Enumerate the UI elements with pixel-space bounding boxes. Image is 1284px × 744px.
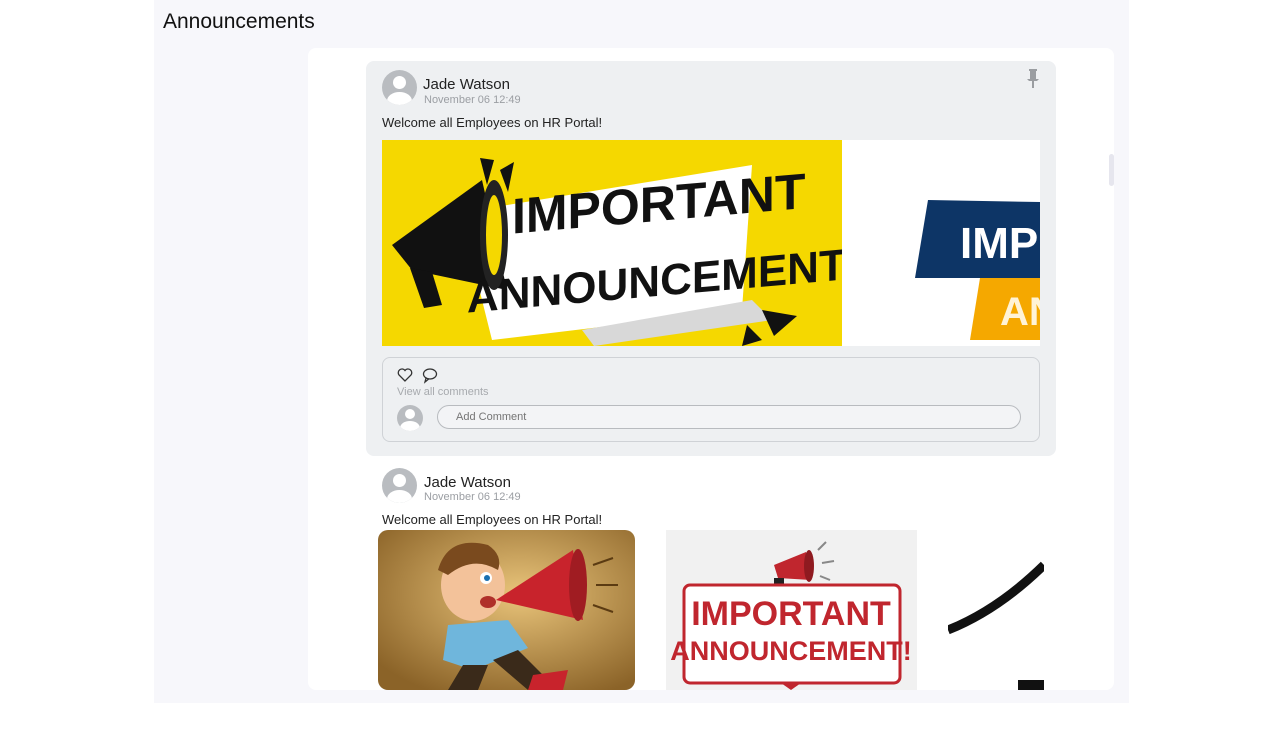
post-text: Welcome all Employees on HR Portal!: [382, 512, 603, 527]
view-all-comments-link[interactable]: View all comments: [397, 386, 489, 398]
post-author[interactable]: Jade Watson: [423, 76, 510, 93]
post-date: November 06 12:49: [424, 94, 521, 106]
pin-icon[interactable]: [1026, 69, 1040, 89]
page-title: Announcements: [163, 10, 315, 34]
user-avatar-icon[interactable]: [382, 468, 417, 503]
comment-bubble-icon[interactable]: [421, 366, 439, 384]
important-announcement-red-image[interactable]: IMPORTANT ANNOUNCEMENT!: [666, 530, 917, 690]
announcement-post: Jade Watson November 06 12:49 Welcome al…: [366, 61, 1056, 456]
user-avatar-icon[interactable]: [382, 70, 417, 105]
scrollbar-thumb[interactable]: [1109, 154, 1114, 186]
post-text: Welcome all Employees on HR Portal!: [382, 115, 603, 130]
announcements-panel: Jade Watson November 06 12:49 Welcome al…: [308, 48, 1114, 690]
partial-curve-image[interactable]: [948, 530, 1044, 690]
cartoon-megaphone-image[interactable]: [378, 530, 635, 690]
heart-icon[interactable]: [396, 366, 414, 384]
add-comment-input[interactable]: [437, 405, 1021, 429]
post-actions: View all comments: [382, 357, 1040, 442]
blue-announcement-line1: IMP: [960, 219, 1038, 268]
post-author[interactable]: Jade Watson: [424, 474, 511, 491]
commenter-avatar-icon: [397, 405, 423, 431]
red-announcement-line1: IMPORTANT: [691, 595, 891, 633]
blue-announcement-line2: AN: [1000, 290, 1040, 334]
red-announcement-line2: ANNOUNCEMENT!: [670, 636, 911, 666]
important-announcement-image[interactable]: IMPORTANT ANNOUNCEMENT!: [382, 140, 842, 346]
important-announcement-blue-image[interactable]: IMP AN: [880, 140, 1040, 346]
post-date: November 06 12:49: [424, 491, 521, 503]
post-image-gallery: IMPORTANT ANNOUNCEMENT! IMP AN: [382, 140, 1040, 346]
